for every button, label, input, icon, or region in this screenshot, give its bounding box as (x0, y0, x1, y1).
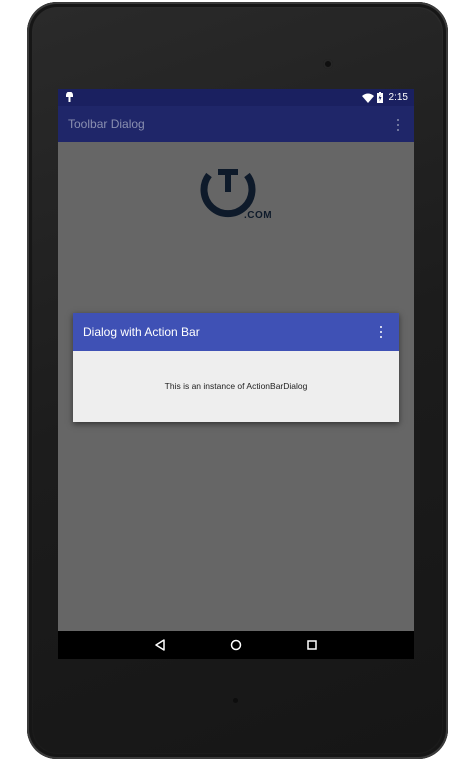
action-bar-dialog: Dialog with Action Bar This is an instan… (73, 313, 399, 422)
home-icon[interactable] (230, 639, 242, 651)
android-debug-icon (66, 92, 73, 102)
back-icon[interactable] (154, 639, 166, 651)
toolbar-title: Toolbar Dialog (68, 117, 145, 131)
more-vert-icon[interactable] (396, 119, 400, 131)
screen: 2:15 Toolbar Dialog .COM Dialog with Act… (58, 89, 414, 659)
status-icons: 2:15 (361, 91, 408, 104)
navigation-bar (58, 631, 414, 659)
logo-suffix: .COM (244, 210, 273, 221)
status-time: 2:15 (388, 92, 408, 103)
front-camera (323, 59, 333, 69)
dialog-title: Dialog with Action Bar (83, 325, 200, 339)
dialog-action-bar: Dialog with Action Bar (73, 313, 399, 351)
dialog-message: This is an instance of ActionBarDialog (164, 381, 308, 391)
bottom-sensor (233, 698, 238, 703)
recents-icon[interactable] (307, 640, 317, 650)
more-vert-icon[interactable] (379, 326, 383, 338)
wifi-icon (361, 93, 374, 103)
status-bar: 2:15 (58, 89, 414, 106)
app-toolbar: Toolbar Dialog (58, 106, 414, 142)
battery-charging-icon (376, 92, 383, 103)
